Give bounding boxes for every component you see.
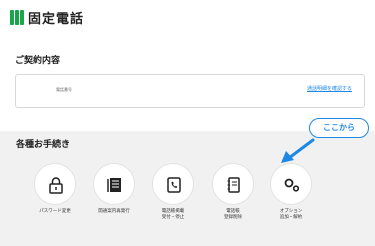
contract-card: 電話番号 通話明細を確認する xyxy=(15,74,365,108)
proc-label: 電話帳 登録削除 xyxy=(224,209,242,220)
procedures-section-title: 各種お手続き xyxy=(16,140,71,150)
proc-circle[interactable] xyxy=(270,163,312,205)
proc-label: パスワード変更 xyxy=(39,209,71,214)
phonebook-icon xyxy=(167,177,181,193)
proc-circle[interactable] xyxy=(212,163,254,205)
options-icon xyxy=(284,178,300,192)
contract-section-title: ご契約内容 xyxy=(15,56,61,66)
arrow-down-left-icon xyxy=(281,138,315,163)
lock-icon xyxy=(49,177,63,194)
callout-bubble: ここから xyxy=(309,118,369,138)
document-icon xyxy=(107,178,121,192)
page-title: 固定電話 xyxy=(28,12,85,27)
proc-label: 開通案内再発行 xyxy=(98,209,130,214)
proc-circle[interactable] xyxy=(93,163,135,205)
proc-circle[interactable] xyxy=(152,163,194,205)
book-icon xyxy=(227,177,240,193)
proc-label: 電話帳掲載 受付・停止 xyxy=(161,209,185,220)
proc-label: オプション 追加・解約 xyxy=(279,209,303,220)
proc-circle[interactable] xyxy=(34,163,76,205)
call-details-link[interactable]: 通話明細を確認する xyxy=(307,85,352,92)
phone-number-label: 電話番号 xyxy=(56,87,72,92)
app-header: 固定電話 xyxy=(0,0,375,36)
phone-bars-icon xyxy=(10,10,24,25)
